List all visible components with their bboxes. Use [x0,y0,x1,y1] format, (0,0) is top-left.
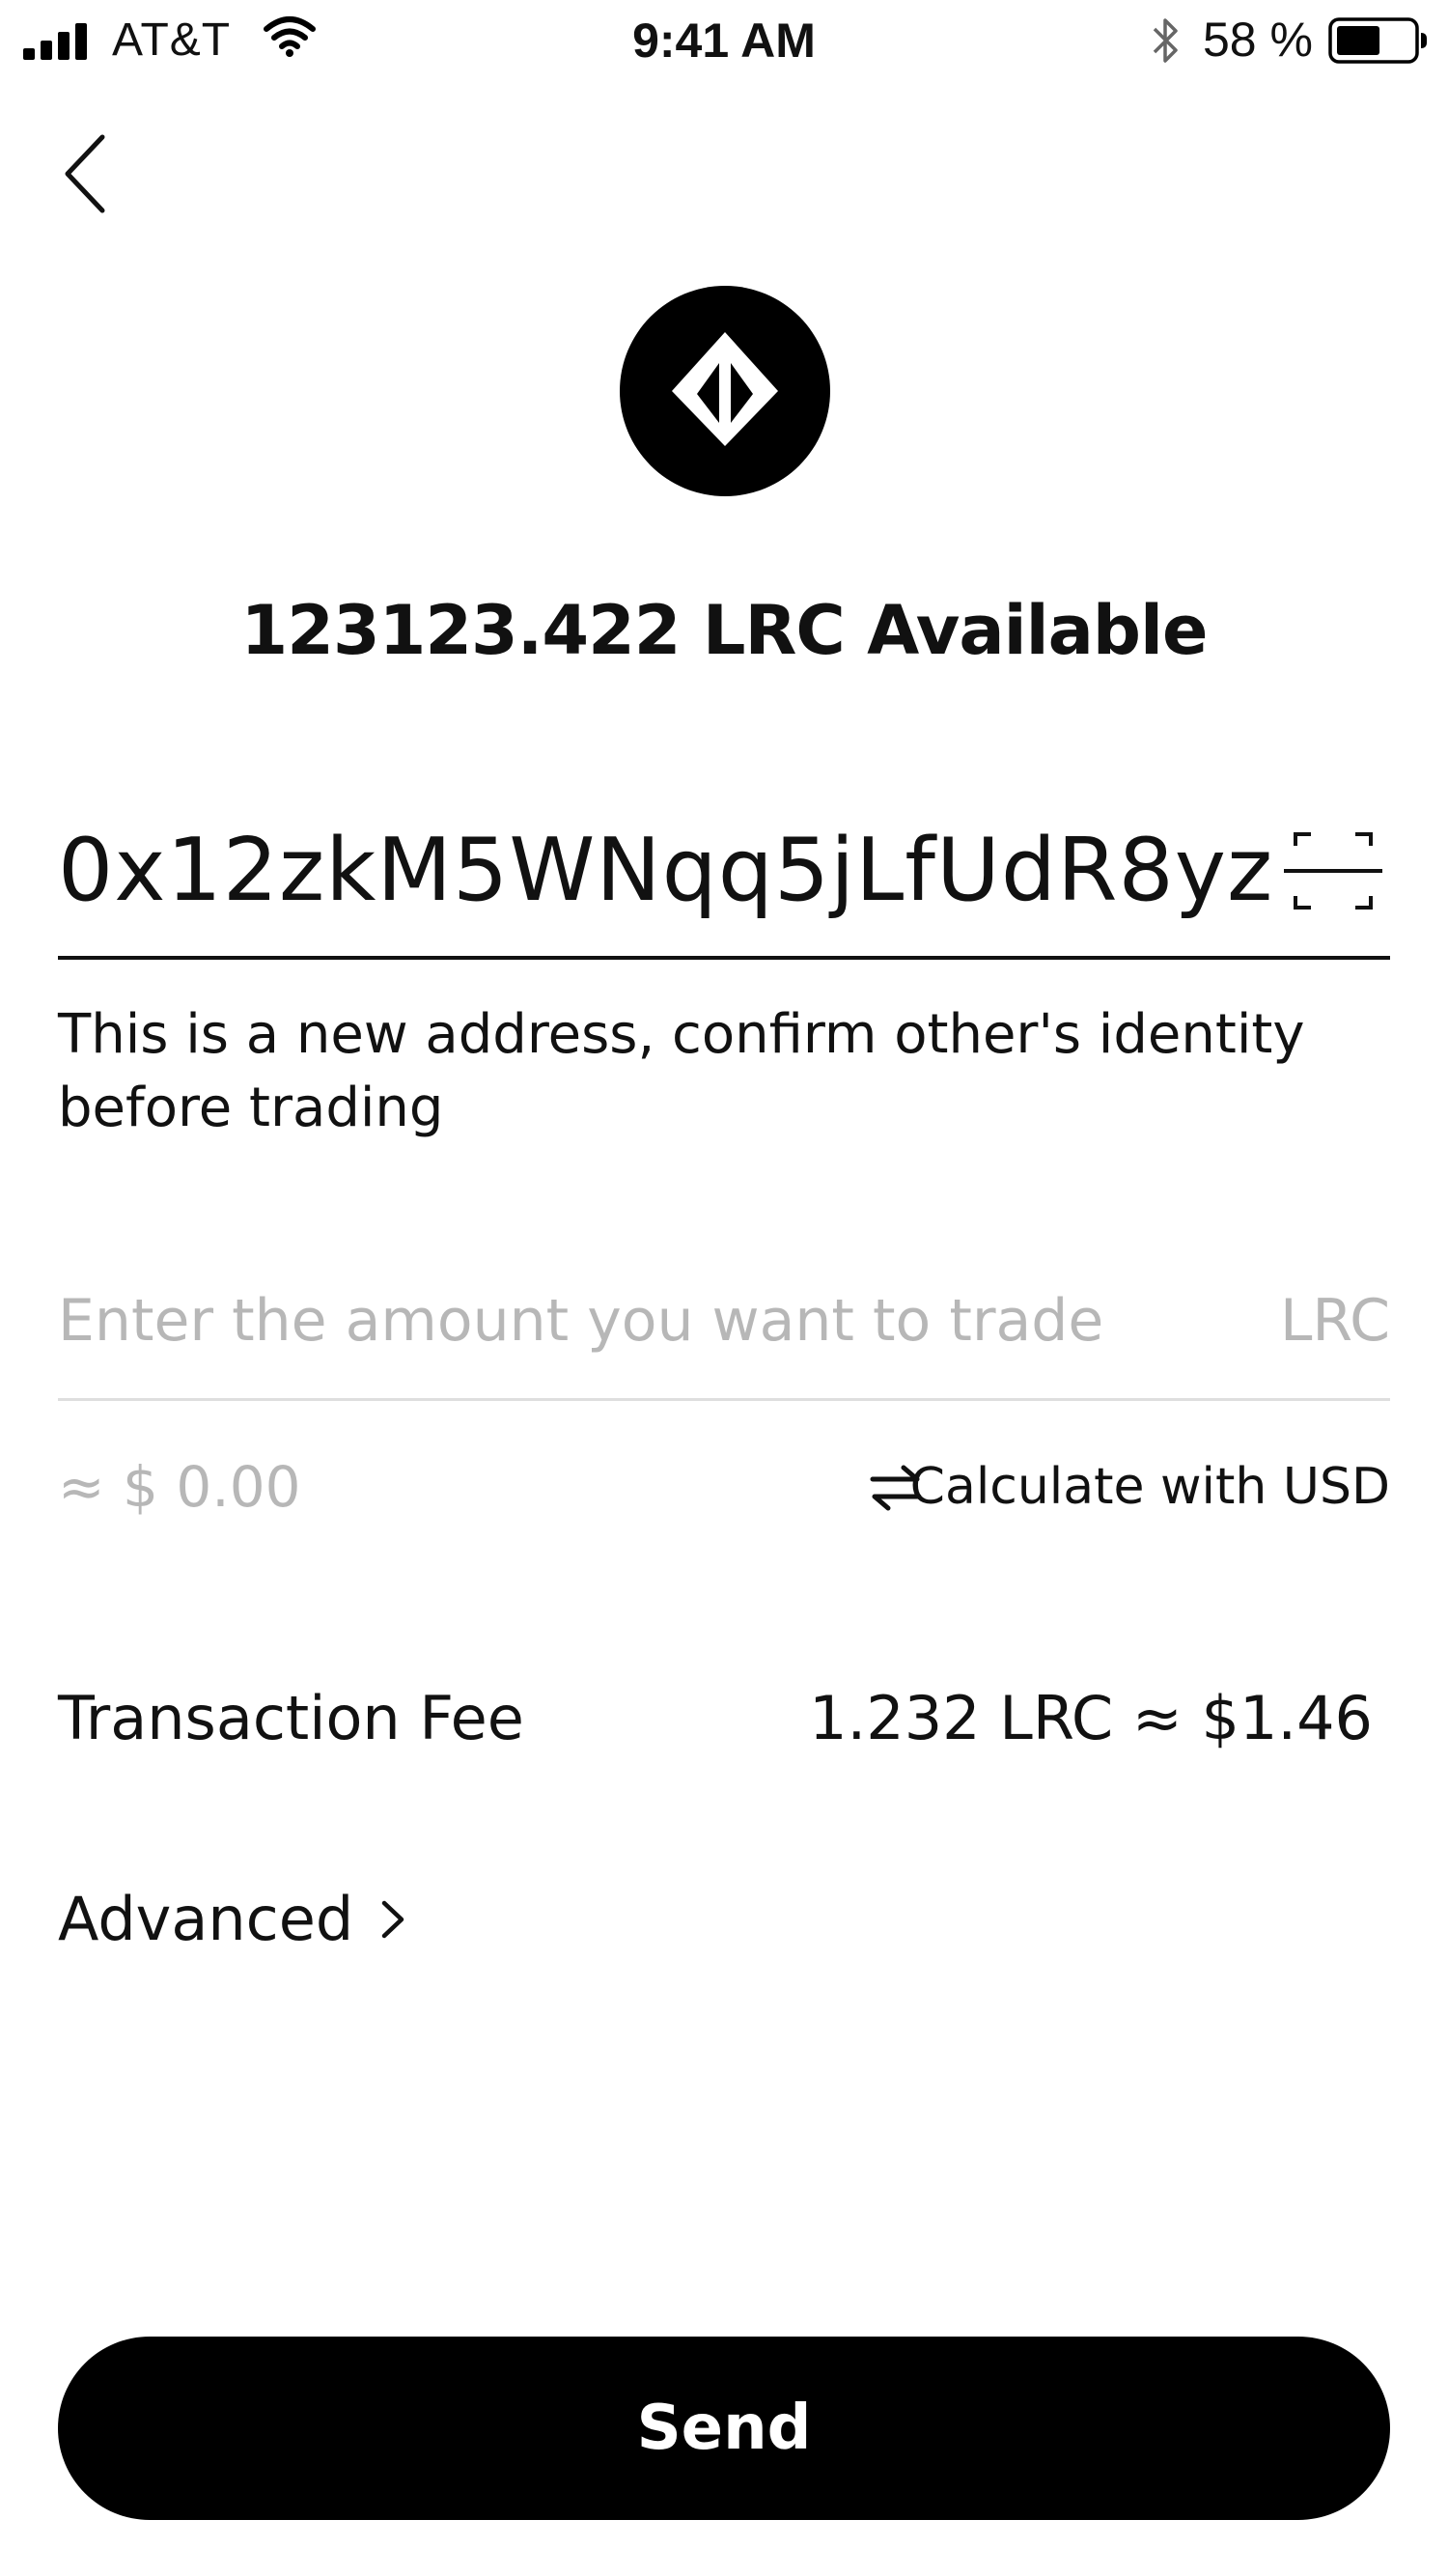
calculate-with-usd-button[interactable]: Calculate with USD [869,1450,1390,1527]
loopring-logo-icon [672,332,778,446]
scan-qr-icon[interactable] [1284,832,1382,910]
send-button[interactable]: Send [58,2337,1390,2520]
battery-percent: 58 % [1203,13,1313,67]
amount-unit: LRC [1279,1287,1390,1355]
battery-icon [1328,17,1427,64]
advanced-label: Advanced [58,1884,354,1954]
transaction-fee-value: 1.232 LRC ≈ $1.46 [809,1683,1373,1753]
status-time: 9:41 AM [632,14,816,68]
amount-underline [58,1398,1390,1401]
signal-icon [23,21,91,60]
bluetooth-icon [1153,18,1178,63]
usd-equivalent: ≈ $ 0.00 [58,1454,301,1520]
carrier-name: AT&T [112,14,232,66]
calculate-with-usd-label: Calculate with USD [909,1458,1390,1516]
token-logo [620,286,830,496]
new-address-warning: This is a new address, confirm other's i… [58,1003,1305,1139]
chevron-right-icon [382,1900,404,1939]
back-chevron-icon[interactable] [50,126,127,222]
available-balance: 123123.422 LRC Available [240,591,1209,670]
address-underline [58,956,1390,960]
amount-input[interactable] [58,1273,1216,1369]
wifi-icon [264,16,316,57]
advanced-settings-link[interactable]: Advanced [58,1879,407,1960]
recipient-address-field[interactable]: 0x12zkM5WNqq5jLfUdR8yz [58,817,1272,925]
transaction-fee-label: Transaction Fee [58,1683,524,1753]
status-bar: AT&T 9:41 AM 58 % [0,0,1448,81]
